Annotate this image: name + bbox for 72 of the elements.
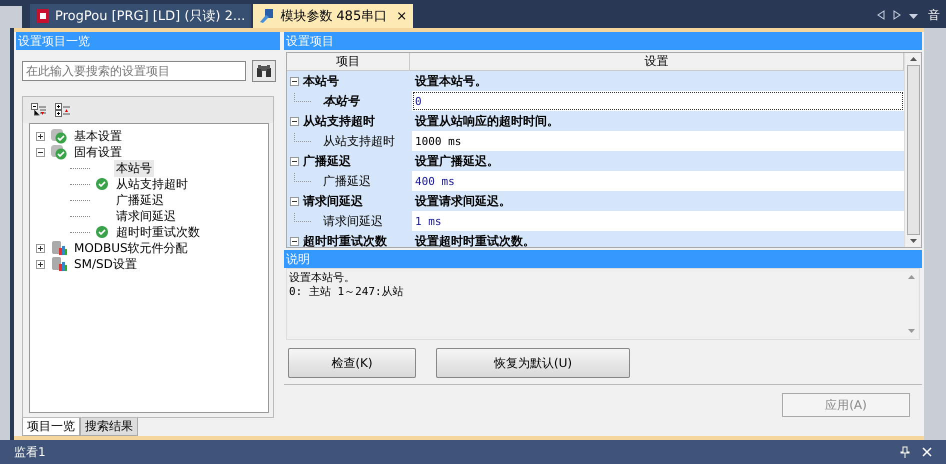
scroll-right-icon[interactable] [893, 10, 901, 20]
tree-toggle[interactable] [36, 148, 48, 156]
tree-item[interactable]: 超时时重试次数 [114, 224, 202, 240]
explanation-text: 设置本站号。 [289, 271, 356, 285]
check-icon [95, 177, 109, 191]
setting-value[interactable]: 1 ms [412, 211, 904, 231]
collapse-icon[interactable] [290, 116, 299, 126]
tree-item[interactable]: 基本设置 [72, 128, 124, 144]
tree-toggle[interactable] [36, 132, 48, 140]
action-button[interactable]: 恢复为默认(U) [436, 348, 630, 378]
collapse-icon[interactable] [290, 236, 299, 246]
module-icon [259, 8, 276, 24]
checked-settings-icon [50, 128, 68, 144]
binoculars-icon [256, 64, 272, 78]
setting-name: 从站支持超时 [323, 132, 395, 150]
dropdown-icon[interactable] [909, 14, 918, 20]
panel-title: 监看1 [14, 444, 47, 460]
column-header: 项目 [287, 53, 410, 70]
close-icon[interactable] [922, 447, 932, 457]
panel-title: 设置项目 [284, 32, 922, 50]
tree-item[interactable]: 固有设置 [72, 144, 124, 160]
collapse-all-icon[interactable] [31, 103, 47, 117]
tree-item[interactable]: SM/SD设置 [72, 256, 139, 272]
group-description: 设置从站响应的超时时间。 [414, 112, 560, 130]
setting-name: 广播延迟 [323, 172, 371, 190]
group-description: 设置请求间延迟。 [414, 192, 512, 210]
group-name: 本站号 [303, 72, 339, 90]
search-field[interactable]: 在此输入要搜索的设置项目 [22, 61, 246, 81]
group-description: 设置本站号。 [414, 72, 488, 90]
checked-settings-icon [50, 144, 68, 160]
panel-label: 音 [928, 7, 941, 24]
check-icon [95, 225, 109, 239]
setting-value[interactable]: 400 ms [412, 171, 904, 191]
scrollbar[interactable] [904, 53, 921, 247]
action-button[interactable]: 检查(K) [288, 348, 416, 378]
tree-toggle[interactable] [36, 260, 48, 268]
collapse-icon[interactable] [290, 76, 299, 86]
document-tab[interactable]: ProgPou [PRG] [LD] (只读) 2... [30, 4, 252, 28]
tree-item[interactable]: 本站号 [114, 160, 154, 176]
collapse-icon[interactable] [290, 156, 299, 166]
database-icon [50, 256, 68, 272]
scroll-left-icon[interactable] [877, 10, 885, 20]
group-description: 设置广播延迟。 [414, 152, 500, 170]
search-button[interactable] [252, 60, 276, 82]
scroll-up-icon[interactable] [910, 57, 916, 61]
group-description: 设置超时时重试次数。 [414, 232, 536, 247]
tree-item[interactable]: MODBUS软元件分配 [72, 240, 190, 256]
panel-tab[interactable]: 项目一览 [22, 418, 80, 436]
setting-name: 请求间延迟 [323, 212, 383, 230]
explanation-text: 0: 主站 1～247:从站 [289, 285, 405, 299]
panel-title: 说明 [284, 250, 922, 268]
panel-tab[interactable]: 搜索结果 [80, 418, 138, 436]
collapse-icon[interactable] [290, 196, 299, 206]
expand-all-icon[interactable] [55, 103, 71, 117]
tree-item[interactable]: 从站支持超时 [114, 176, 190, 192]
tree-item[interactable]: 请求间延迟 [114, 208, 178, 224]
scroll-down-icon[interactable] [910, 239, 916, 243]
setting-value[interactable]: 0 [412, 91, 904, 111]
document-icon [36, 8, 50, 24]
setting-name: 本站号 [323, 92, 359, 110]
database-icon [50, 240, 68, 256]
pin-icon[interactable] [900, 446, 910, 458]
tree-item[interactable]: 广播延迟 [114, 192, 166, 208]
group-name: 广播延迟 [303, 152, 351, 170]
panel-title: 设置项目一览 [16, 32, 280, 50]
group-name: 请求间延迟 [303, 192, 363, 210]
group-name: 从站支持超时 [303, 112, 375, 130]
tree-toggle[interactable] [36, 244, 48, 252]
group-name: 超时时重试次数 [303, 232, 387, 247]
setting-value[interactable]: 1000 ms [412, 131, 904, 151]
close-button[interactable]: × [396, 8, 408, 24]
document-tab[interactable]: 模块参数 485串口 × [253, 4, 414, 28]
